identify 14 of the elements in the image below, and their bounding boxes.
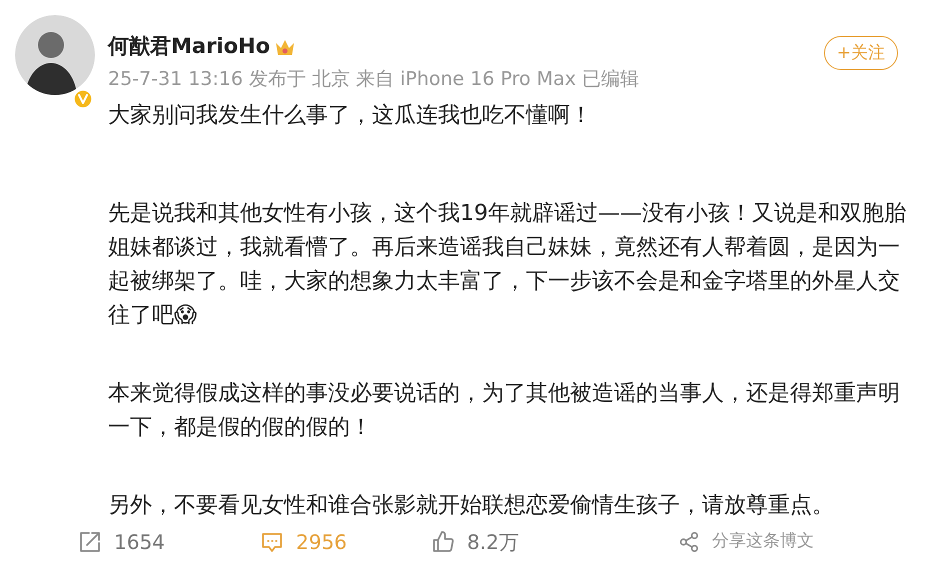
post-paragraph: 另外，不要看见女性和谁合张影就开始联想恋爱偷情生孩子，请放尊重点。 [108,492,835,520]
post-paragraph: 大家别问我发生什么事了，这瓜连我也吃不懂啊！ [108,102,593,130]
author-name[interactable]: 何猷君MarioHo [108,36,270,57]
share-icon [678,531,700,553]
avatar[interactable] [15,15,95,95]
post-paragraph: 本来觉得假成这样的事没必要说话的，为了其他被造谣的当事人，还是得郑重声明一下，都是假的假的假的！ [108,380,901,442]
share-button[interactable]: 分享这条博文 [678,527,938,557]
like-button[interactable]: 8.2万 [431,527,678,557]
repost-button[interactable]: 1654 [78,527,260,557]
post-paragraph: 先是说我和其他女性有小孩，这个我19年就辟谣过——没有小孩！又说是和双胞胎姐妹都谈过，我就看懵了。再后来造谣我自己妹妹，竟然还有人帮着圆，是因为一起被绑架了。哇，大家的想象力太丰富了，下一步该不会是和金字塔里的外星人交往了吧😱 [108,200,907,330]
repost-icon [78,530,102,554]
comment-icon [260,530,284,554]
thumbs-up-icon [431,530,455,554]
post-meta: 25-7-31 13:16 发布于 北京 来自 iPhone 16 Pro Max 已编辑 [108,70,640,89]
